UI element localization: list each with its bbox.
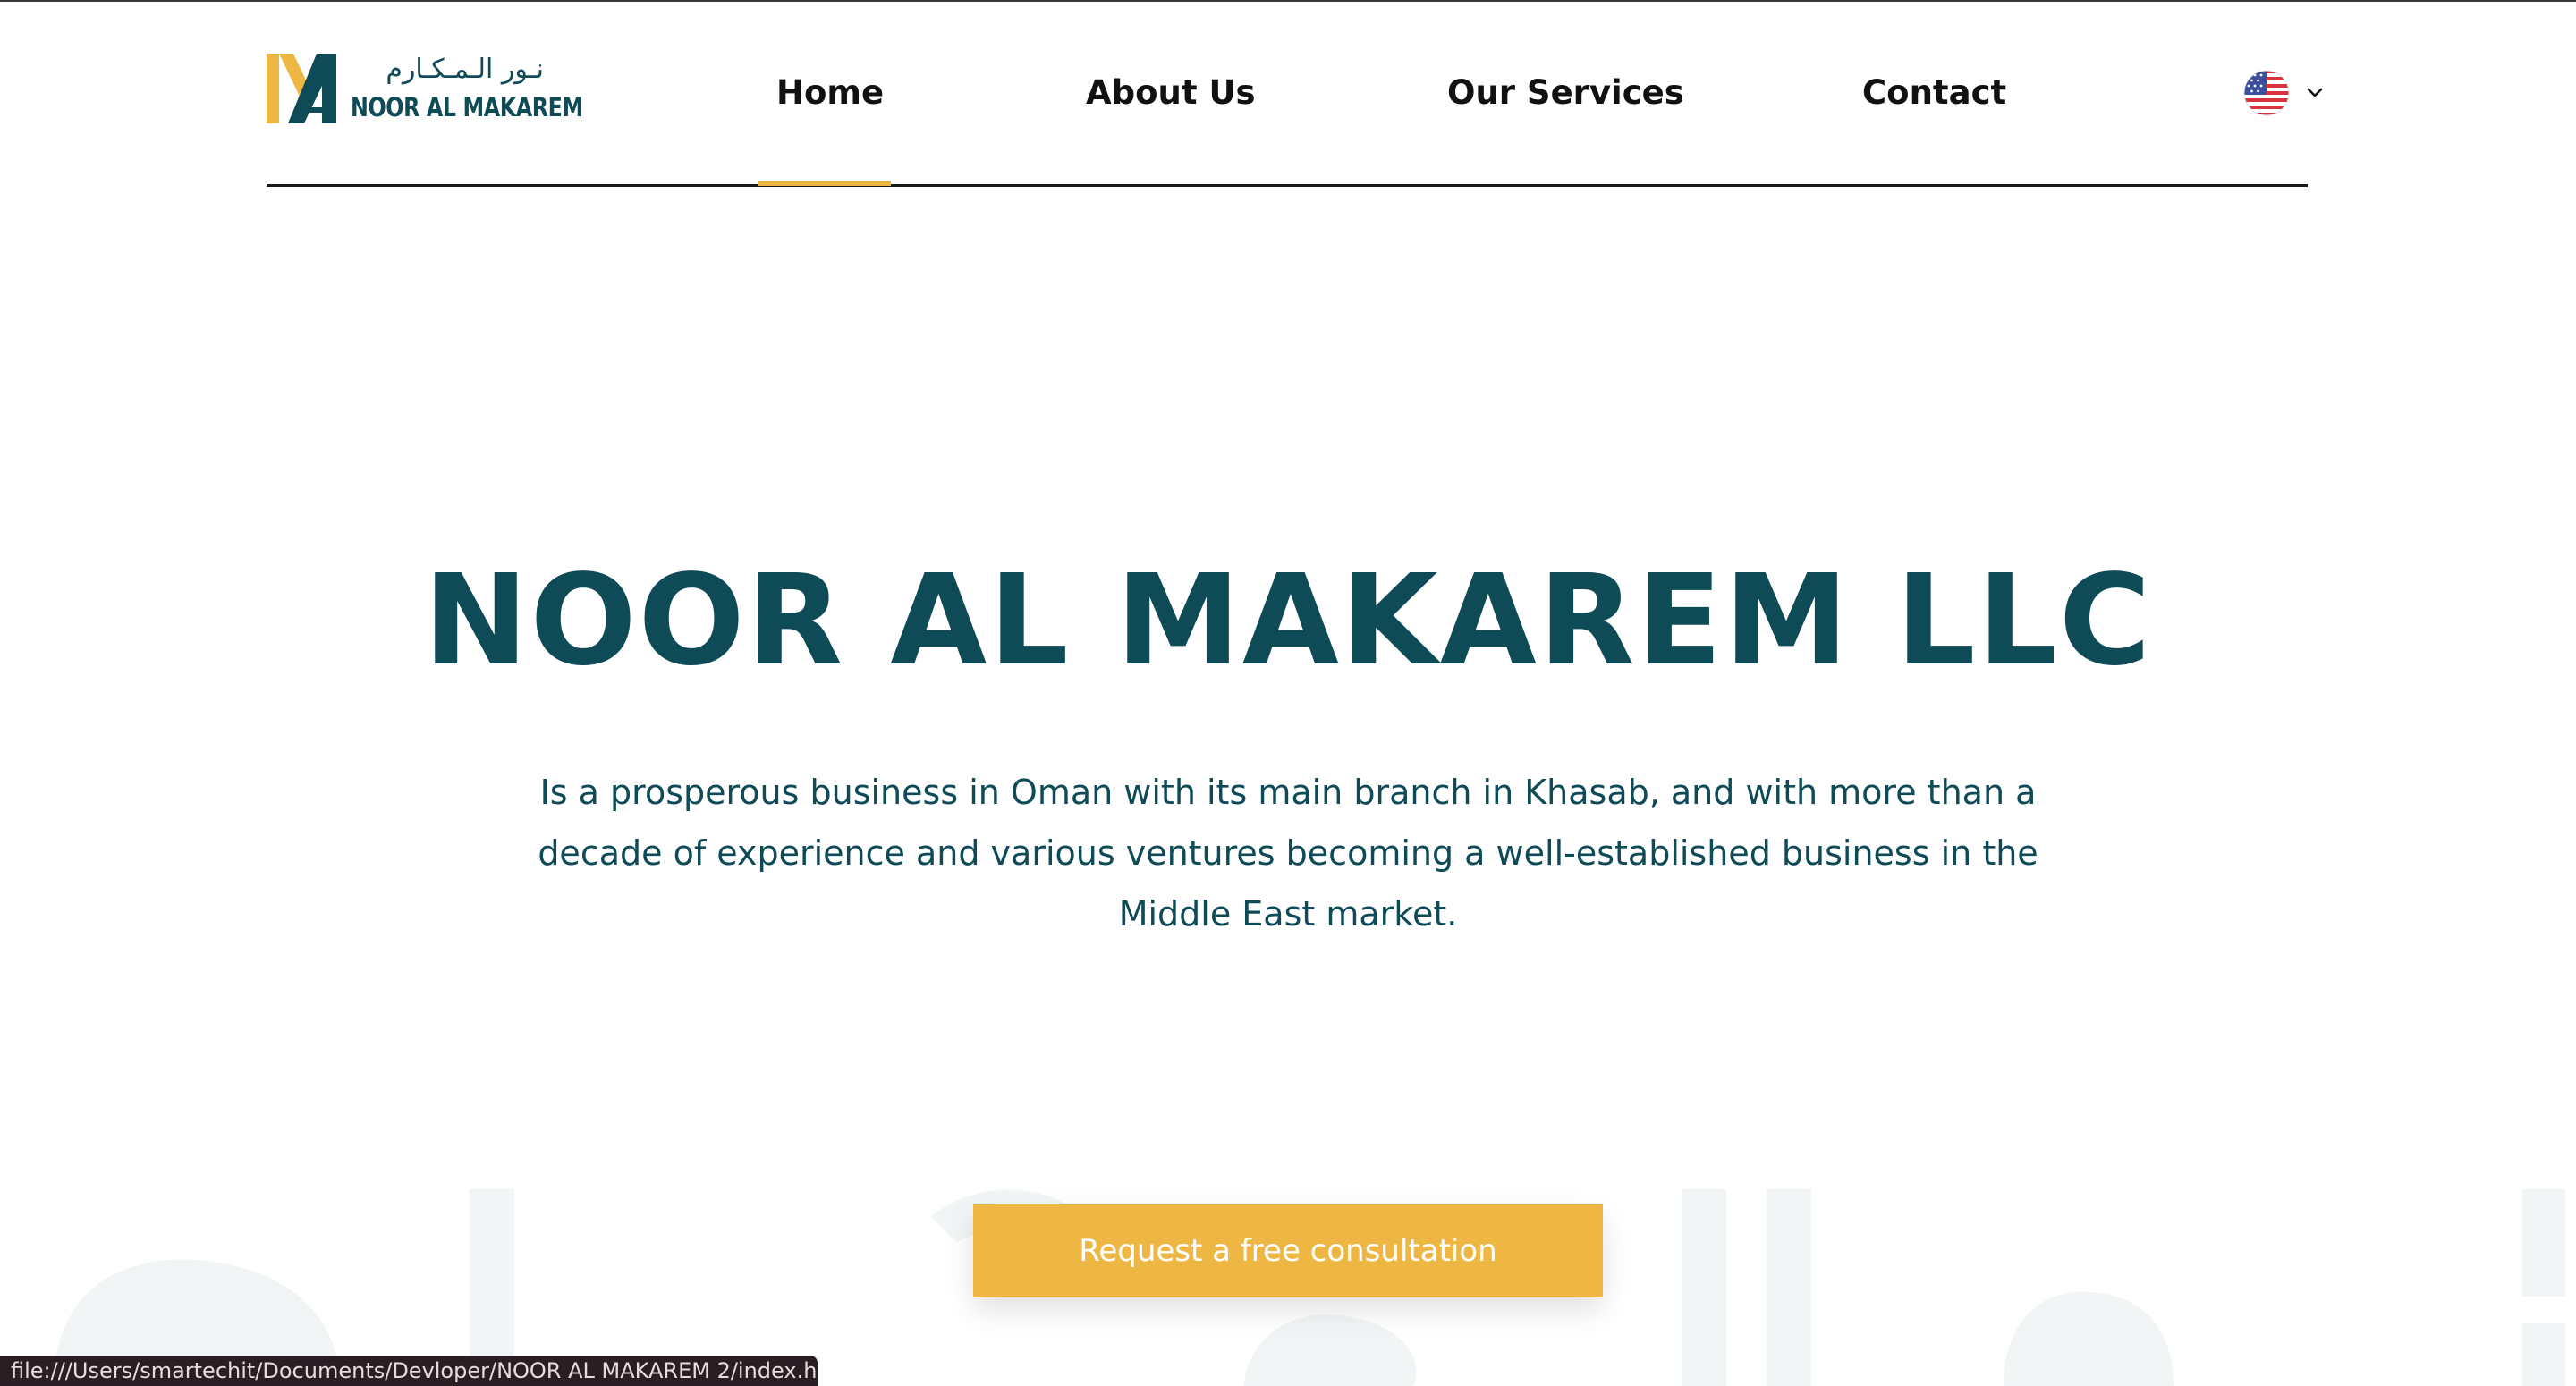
main-nav: Home About Us Our Services Contact (0, 66, 2576, 120)
nav-item-contact[interactable]: Contact (1862, 66, 2006, 120)
active-nav-indicator (758, 181, 891, 186)
hero-title: NOOR AL MAKAREM LLC (423, 548, 2153, 694)
nav-item-our-services[interactable]: Our Services (1447, 66, 1684, 120)
window-top-border (0, 0, 2576, 2)
chevron-down-icon (2307, 88, 2323, 97)
language-selector[interactable] (2243, 66, 2327, 120)
us-flag-icon (2243, 70, 2290, 116)
nav-item-home[interactable]: Home (776, 66, 884, 120)
browser-status-url: file:///Users/smartechit/Documents/Devlo… (0, 1356, 818, 1386)
request-consultation-button[interactable]: Request a free consultation (973, 1204, 1603, 1297)
hero-description: Is a prosperous business in Oman with it… (538, 773, 2038, 934)
nav-divider (267, 184, 2308, 187)
nav-item-about-us[interactable]: About Us (1086, 66, 1256, 120)
page: نـور الـمـكـارم NOOR AL MAKAREM Home Abo… (0, 0, 2576, 1386)
